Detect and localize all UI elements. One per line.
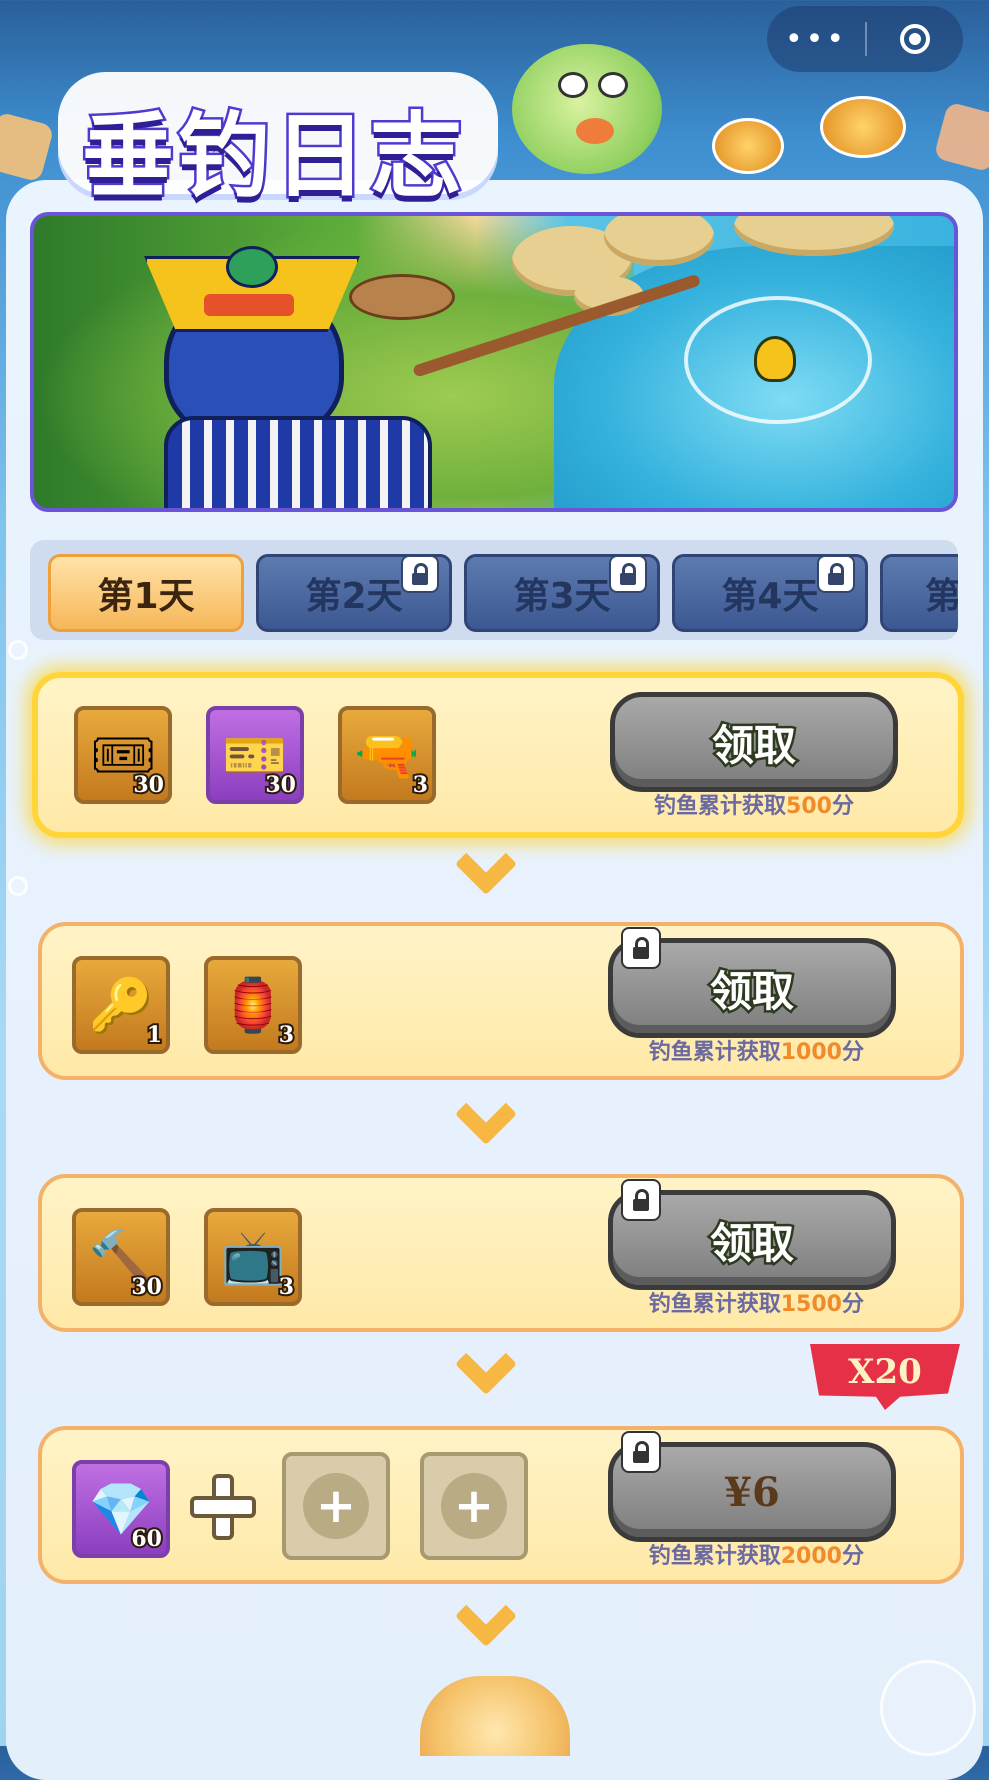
tab-day-2[interactable]: 第2天 [256,554,452,632]
claim-button[interactable]: 领取 [610,692,898,792]
reward-row: 🔨 30 📺 3 领取 钓鱼累计获取1500分 [38,1174,964,1332]
bubble-decoration [880,1660,976,1756]
coin-icon [820,96,906,158]
chevron-down-icon [452,1108,532,1158]
title-logo: 垂钓日志 [58,72,518,213]
close-mini-program-button[interactable] [867,6,963,72]
tab-day-4[interactable]: 第4天 [672,554,868,632]
more-menu-button[interactable]: ••• [767,6,865,72]
reward-row: 🎟 30 🎫 30 🔫 3 领取 钓鱼累计获取500分 [32,672,964,838]
lock-icon [621,927,661,969]
reward-item[interactable]: 📺 3 [204,1208,302,1306]
tab-label: 第4天 [721,576,819,617]
robot-fisher-character [144,246,360,442]
bubble-decoration [8,640,28,660]
add-slot-icon: + [441,1473,507,1539]
tab-label: 第3天 [513,576,611,617]
lock-icon [621,1431,661,1473]
lock-icon [609,555,647,593]
lock-icon [817,555,855,593]
add-slot-icon: + [303,1473,369,1539]
bubble-decoration [8,876,28,896]
chevron-down-icon [452,1610,532,1660]
empty-slot[interactable]: + [420,1452,528,1560]
fishing-bobber-icon [754,336,796,382]
coin-icon [712,118,784,174]
reward-row: 💎 60 + + ¥6 钓鱼累计获取2000分 [38,1426,964,1584]
target-icon [900,24,930,54]
tab-day-3[interactable]: 第3天 [464,554,660,632]
requirement-text: 钓鱼累计获取2000分 [648,1544,864,1569]
reward-item[interactable]: 🔫 3 [338,706,436,804]
reward-item[interactable]: 🏮 3 [204,956,302,1054]
purchase-button[interactable]: ¥6 [608,1431,896,1542]
plus-icon [186,1470,260,1544]
tab-label: 第1天 [97,576,195,617]
more-dots-icon: ••• [784,21,848,57]
requirement-text: 钓鱼累计获取500分 [654,794,854,819]
mini-program-capsule: ••• [767,6,963,72]
wooden-stool-icon [349,274,455,320]
day-tabs: 第1天 第2天 第3天 第4天 第 [30,540,958,640]
tab-label: 第 [925,576,958,617]
reward-item[interactable]: 🔨 30 [72,1208,170,1306]
claim-button[interactable]: 领取 [608,927,896,1038]
tab-day-1[interactable]: 第1天 [48,554,244,632]
reward-item[interactable]: 🔑 1 [72,956,170,1054]
tab-label: 第2天 [305,576,403,617]
robot-body [164,416,432,508]
reward-item[interactable]: 💎 60 [72,1460,170,1558]
requirement-text: 钓鱼累计获取1500分 [648,1292,864,1317]
pufferfish-mascot-icon [512,44,662,174]
lock-icon [621,1179,661,1221]
chevron-down-icon [452,1358,532,1408]
chevron-down-icon [452,858,532,908]
claim-button[interactable]: 领取 [608,1179,896,1290]
reward-item[interactable]: 🎫 30 [206,706,304,804]
reward-item[interactable]: 🎟 30 [74,706,172,804]
empty-slot[interactable]: + [282,1452,390,1560]
tab-day-5[interactable]: 第 [880,554,958,632]
page-title: 垂钓日志 [79,101,467,213]
requirement-text: 钓鱼累计获取1000分 [648,1040,864,1065]
lock-icon [401,555,439,593]
fishing-banner-illustration [30,212,958,512]
reward-row: 🔑 1 🏮 3 领取 钓鱼累计获取1000分 [38,922,964,1080]
